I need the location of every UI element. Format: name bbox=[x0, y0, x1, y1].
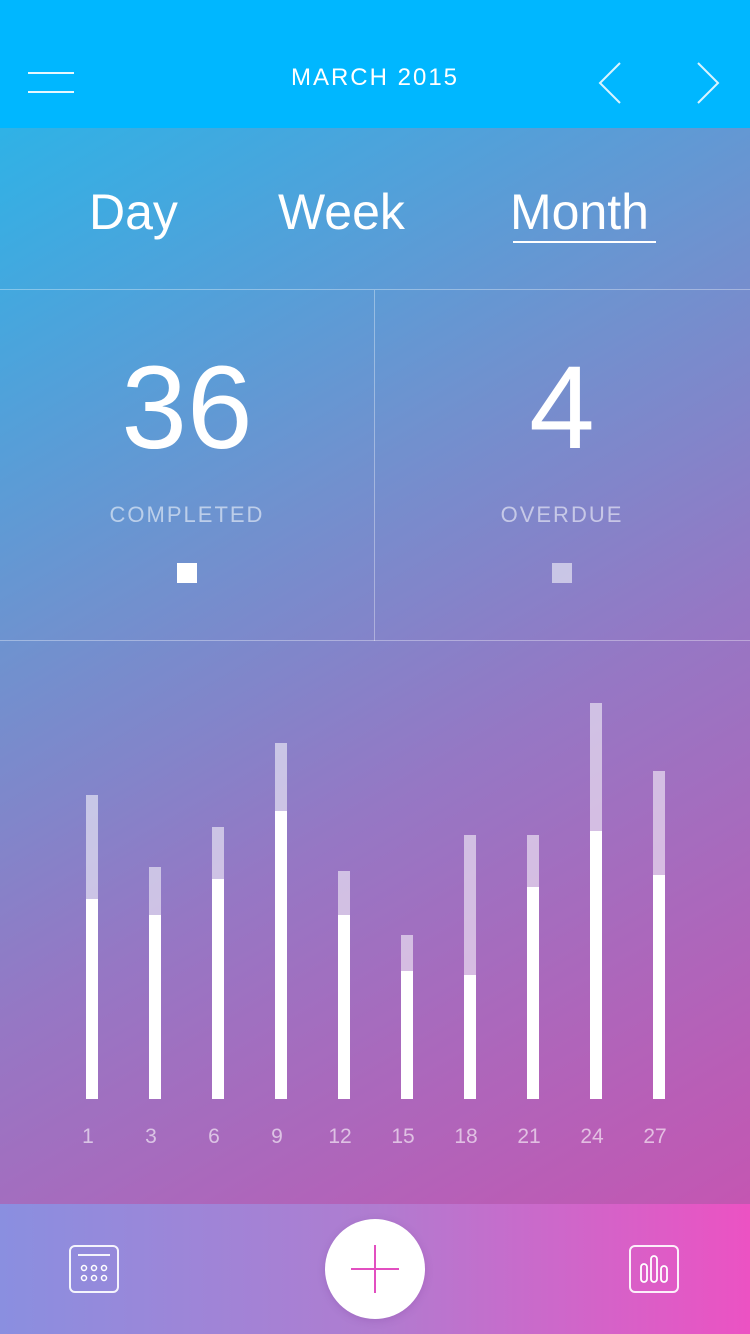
bar-completed-9 bbox=[275, 811, 287, 1099]
completed-count: 36 bbox=[121, 342, 253, 474]
bar-overdue-27 bbox=[653, 771, 665, 875]
tab-month[interactable]: Month bbox=[510, 184, 649, 240]
overdue-count: 4 bbox=[529, 342, 595, 474]
x-tick-label: 12 bbox=[328, 1125, 351, 1148]
bar-overdue-18 bbox=[464, 835, 476, 975]
bar-overdue-24 bbox=[590, 703, 602, 831]
bar-completed-21 bbox=[527, 887, 539, 1099]
chevron-right-icon[interactable] bbox=[690, 60, 730, 106]
x-tick-label: 15 bbox=[391, 1125, 414, 1148]
x-tick-label: 6 bbox=[208, 1125, 220, 1148]
x-tick-label: 27 bbox=[643, 1125, 666, 1148]
bar-overdue-15 bbox=[401, 935, 413, 971]
completed-legend-swatch bbox=[177, 563, 197, 583]
calendar-icon[interactable] bbox=[68, 1244, 122, 1296]
bottom-toolbar bbox=[0, 1204, 750, 1334]
completed-label: COMPLETED bbox=[109, 502, 265, 527]
bar-completed-27 bbox=[653, 875, 665, 1099]
bar-completed-24 bbox=[590, 831, 602, 1099]
x-tick-label: 9 bbox=[271, 1125, 283, 1148]
monthly-bar-chart: 1 3 6 9 12 15 18 21 24 27 bbox=[0, 641, 750, 1204]
bar-overdue-9 bbox=[275, 743, 287, 811]
chart-svg: 1 3 6 9 12 15 18 21 24 27 bbox=[82, 703, 667, 1148]
overdue-label: OVERDUE bbox=[500, 502, 624, 527]
chevron-left-icon[interactable] bbox=[594, 60, 634, 106]
completed-stat: 36 COMPLETED bbox=[0, 290, 374, 641]
x-tick-label: 1 bbox=[82, 1125, 94, 1148]
bar-chart-icon[interactable] bbox=[628, 1244, 682, 1296]
app: MARCH 2015 Day Week Month 36 COMPLETED 4… bbox=[0, 0, 750, 1334]
bar-overdue-12 bbox=[338, 871, 350, 915]
overdue-legend-swatch bbox=[552, 563, 572, 583]
header-bar: MARCH 2015 bbox=[0, 0, 750, 128]
plus-icon bbox=[351, 1245, 399, 1293]
page-title: MARCH 2015 bbox=[290, 64, 460, 91]
bar-completed-18 bbox=[464, 975, 476, 1099]
bar-completed-15 bbox=[401, 971, 413, 1099]
overdue-stat: 4 OVERDUE bbox=[375, 290, 749, 641]
tab-selected-underline bbox=[513, 241, 656, 243]
x-tick-label: 18 bbox=[454, 1125, 477, 1148]
bar-overdue-6 bbox=[212, 827, 224, 879]
period-tabs: Day Week Month bbox=[0, 128, 750, 290]
bar-completed-1 bbox=[86, 899, 98, 1099]
content-area: Day Week Month 36 COMPLETED 4 OVERDUE 13… bbox=[0, 128, 750, 1204]
bar-overdue-1 bbox=[86, 795, 98, 899]
bar-overdue-3 bbox=[149, 867, 161, 915]
x-tick-label: 21 bbox=[517, 1125, 540, 1148]
x-tick-label: 24 bbox=[580, 1125, 604, 1148]
add-button[interactable] bbox=[325, 1219, 425, 1319]
x-tick-label: 3 bbox=[145, 1125, 157, 1148]
tab-week[interactable]: Week bbox=[278, 184, 405, 240]
bar-completed-6 bbox=[212, 879, 224, 1099]
bar-completed-3 bbox=[149, 915, 161, 1099]
bar-overdue-21 bbox=[527, 835, 539, 887]
bar-completed-12 bbox=[338, 915, 350, 1099]
tab-day[interactable]: Day bbox=[89, 184, 178, 240]
